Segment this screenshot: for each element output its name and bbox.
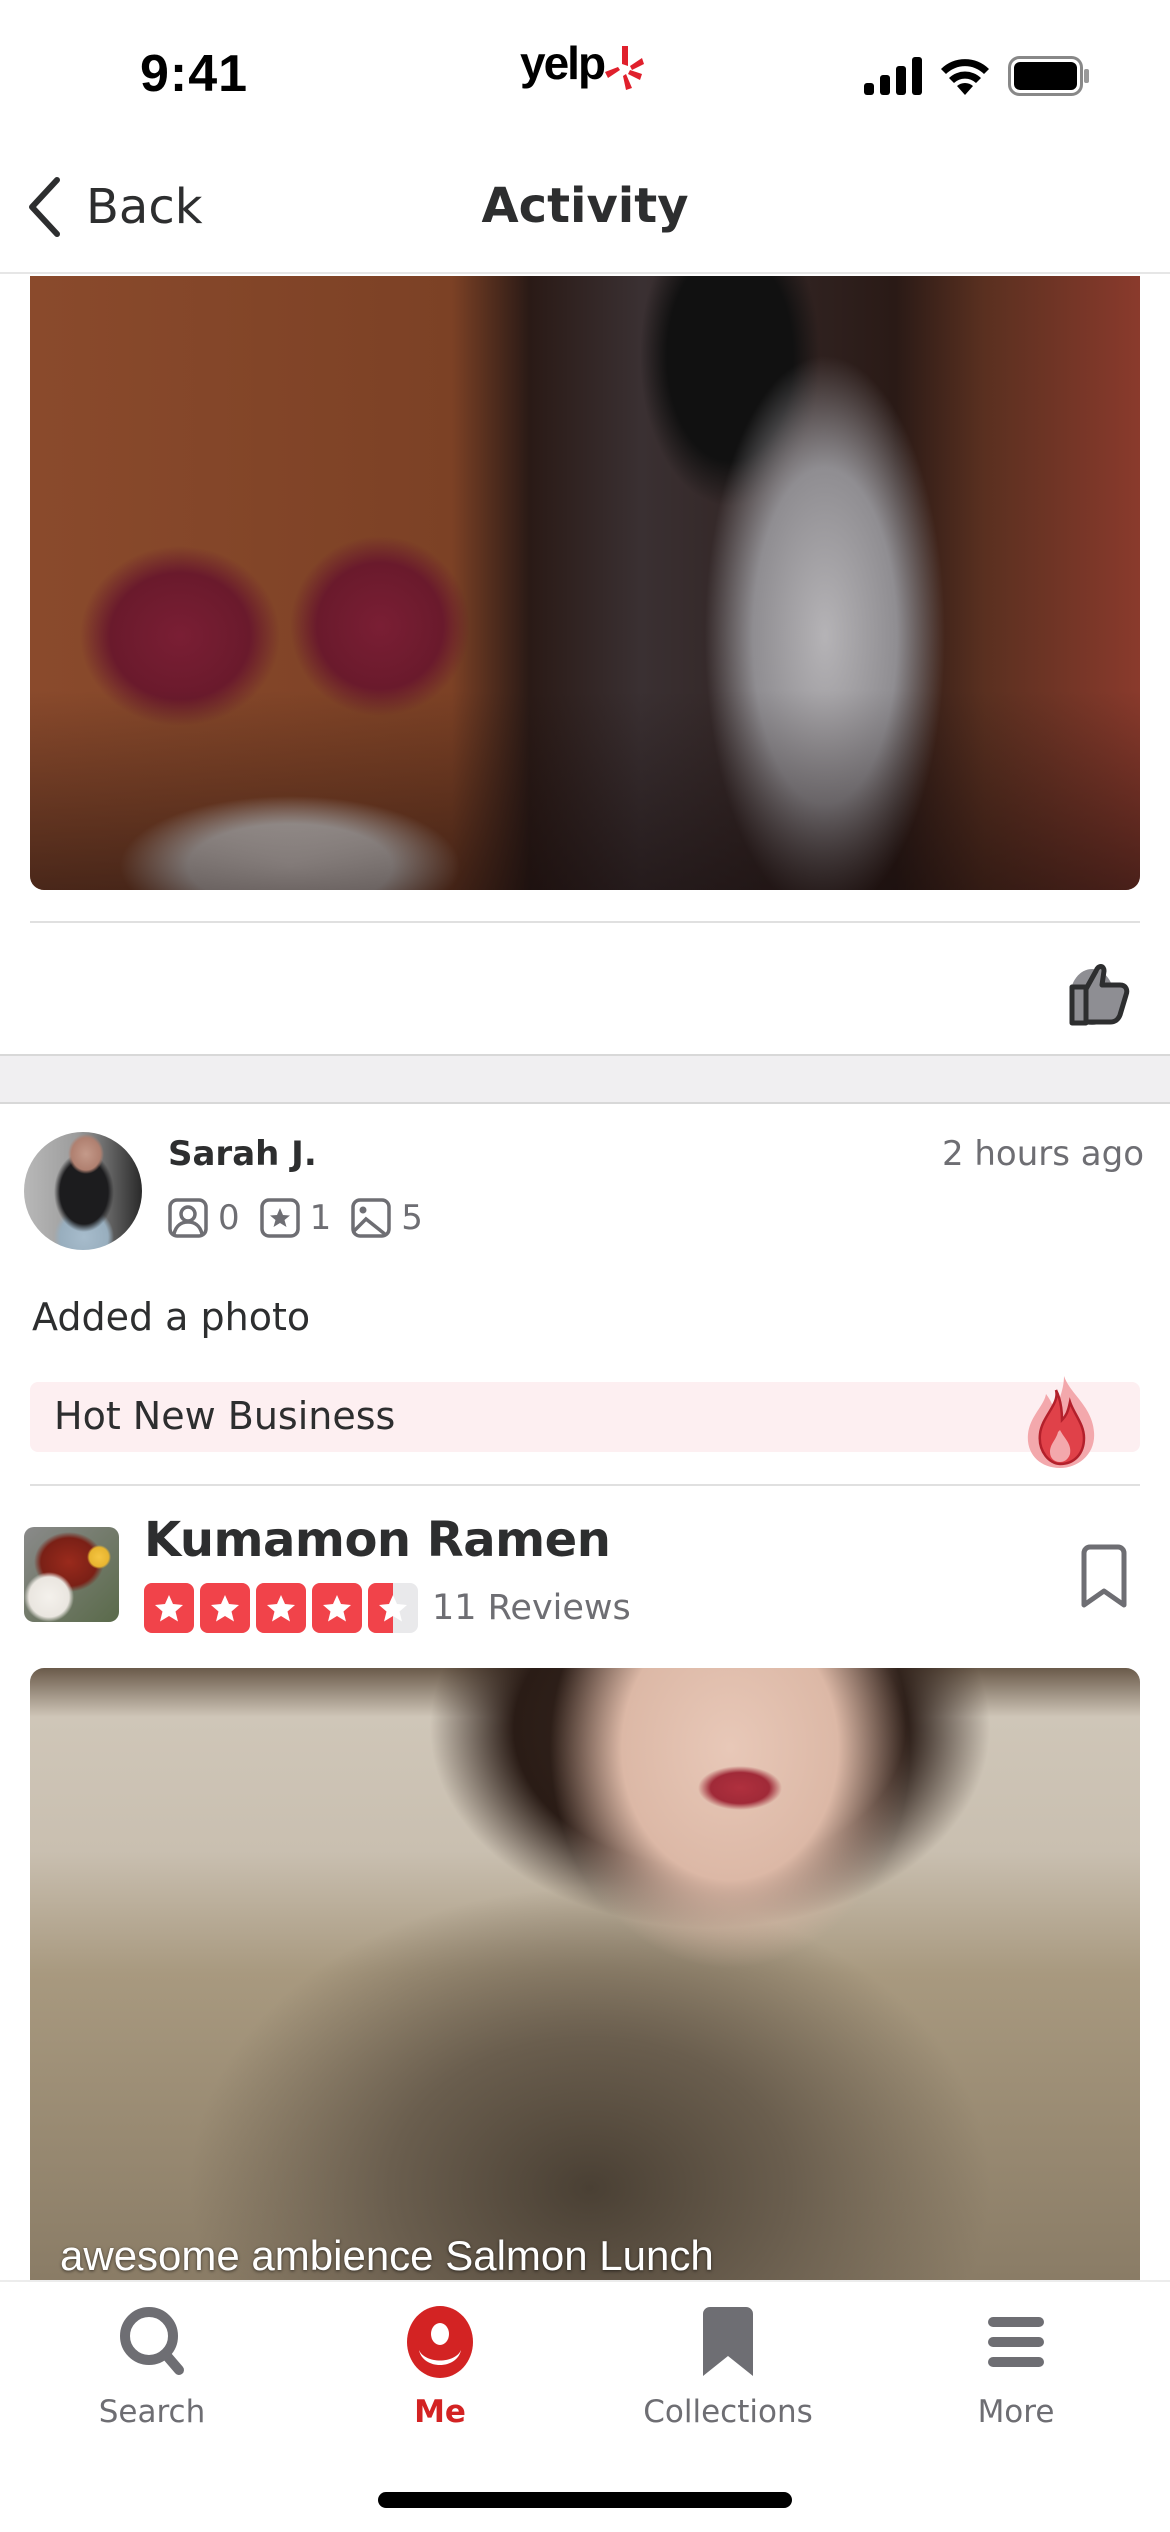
user-name[interactable]: Sarah J. bbox=[168, 1134, 317, 1174]
activity-photo[interactable]: awesome ambience Salmon Lunch bbox=[30, 1668, 1140, 2280]
tab-label: Me bbox=[414, 2394, 466, 2430]
cellular-signal-icon bbox=[864, 57, 922, 95]
section-separator bbox=[0, 1054, 1170, 1104]
navigation-bar: Back Activity bbox=[0, 140, 1170, 274]
flame-icon bbox=[1027, 1376, 1095, 1468]
rating-star bbox=[200, 1583, 250, 1633]
business-rating: 11 Reviews bbox=[144, 1583, 631, 1633]
profile-icon bbox=[407, 2306, 473, 2378]
menu-icon bbox=[988, 2317, 1044, 2367]
tab-label: Collections bbox=[643, 2394, 813, 2430]
tab-label: Search bbox=[98, 2394, 206, 2430]
timestamp: 2 hours ago bbox=[941, 1134, 1144, 1174]
review-count[interactable]: 11 Reviews bbox=[432, 1588, 631, 1628]
feed-photo[interactable] bbox=[30, 276, 1140, 890]
friends-count: 0 bbox=[218, 1198, 240, 1238]
yelp-logo-text: yelp bbox=[520, 37, 606, 89]
rating-star bbox=[312, 1583, 362, 1633]
activity-description: Added a photo bbox=[32, 1295, 311, 1339]
wifi-icon bbox=[941, 59, 989, 95]
business-name[interactable]: Kumamon Ramen bbox=[144, 1512, 611, 1568]
bookmark-outline-icon bbox=[1081, 1544, 1127, 1608]
page-title: Activity bbox=[481, 178, 689, 234]
badge-label: Hot New Business bbox=[54, 1394, 396, 1438]
tab-more[interactable]: More bbox=[906, 2302, 1126, 2430]
bookmark-button[interactable] bbox=[1076, 1543, 1132, 1609]
photo-caption: awesome ambience Salmon Lunch bbox=[60, 2232, 714, 2279]
star-icon bbox=[379, 1595, 407, 1622]
bookmark-icon bbox=[703, 2307, 753, 2376]
tab-me[interactable]: Me bbox=[330, 2302, 550, 2430]
star-icon bbox=[267, 1595, 295, 1622]
star-icon bbox=[323, 1595, 351, 1622]
hot-new-business-badge: Hot New Business bbox=[30, 1376, 1140, 1468]
rating-star bbox=[368, 1583, 418, 1633]
tab-label: More bbox=[977, 2394, 1055, 2430]
photos-count: 5 bbox=[401, 1198, 423, 1238]
divider bbox=[30, 1484, 1140, 1486]
search-icon bbox=[120, 2307, 184, 2375]
status-bar: 9:41 yelp bbox=[0, 0, 1170, 140]
user-avatar[interactable] bbox=[24, 1132, 142, 1250]
tab-search[interactable]: Search bbox=[42, 2302, 262, 2430]
star-icon bbox=[155, 1595, 183, 1622]
rating-star bbox=[144, 1583, 194, 1633]
yelp-burst-icon bbox=[605, 46, 645, 90]
friends-icon bbox=[168, 1198, 208, 1238]
user-stats: 0 1 5 bbox=[168, 1198, 443, 1238]
battery-icon bbox=[1008, 56, 1089, 96]
star-icon bbox=[211, 1595, 239, 1622]
photo-icon bbox=[351, 1198, 392, 1238]
business-thumbnail[interactable] bbox=[24, 1527, 119, 1622]
status-icons bbox=[864, 56, 1090, 96]
reviews-stat: 1 bbox=[259, 1198, 332, 1238]
rating-star bbox=[256, 1583, 306, 1633]
tab-collections[interactable]: Collections bbox=[618, 2302, 838, 2430]
yelp-logo: yelp bbox=[520, 36, 645, 90]
divider bbox=[30, 921, 1140, 923]
thumbs-up-icon bbox=[1069, 964, 1130, 1026]
status-time: 9:41 bbox=[140, 45, 249, 103]
friends-stat: 0 bbox=[168, 1198, 240, 1238]
reviews-count: 1 bbox=[309, 1198, 332, 1238]
review-star-icon bbox=[259, 1198, 300, 1238]
photos-stat: 5 bbox=[351, 1198, 423, 1238]
home-indicator[interactable] bbox=[378, 2492, 792, 2508]
like-button[interactable] bbox=[1062, 955, 1134, 1027]
